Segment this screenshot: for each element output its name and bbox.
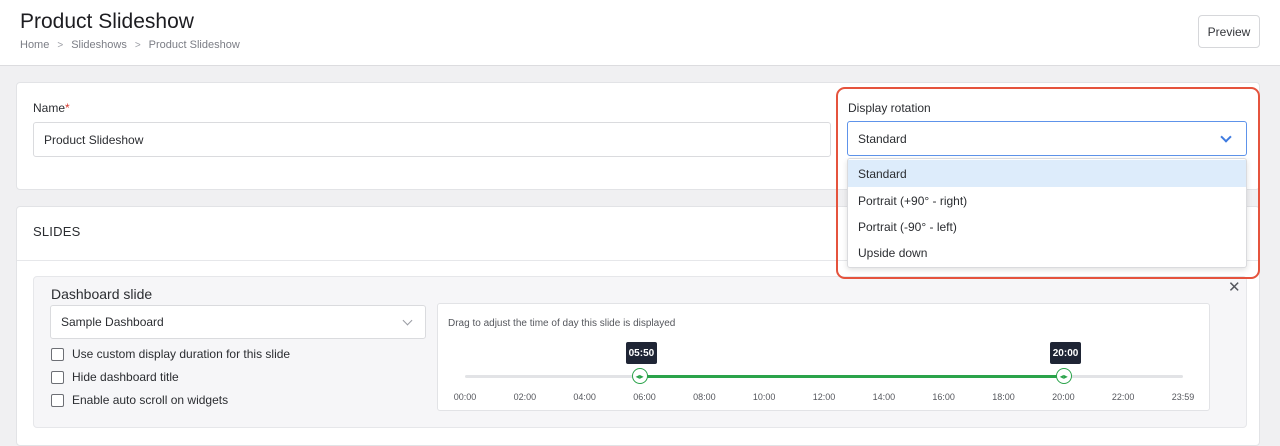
custom-duration-label: Use custom display duration for this sli… [72, 347, 291, 361]
name-label: Name* [33, 101, 70, 115]
close-icon[interactable]: ✕ [1228, 280, 1241, 295]
display-rotation-menu: Standard Portrait (+90° - right) Portrai… [847, 158, 1247, 268]
start-time-label: 05:50 [625, 342, 658, 364]
slides-section-title: SLIDES [33, 224, 81, 239]
tick-label: 06:00 [633, 392, 656, 402]
tick-label: 22:00 [1111, 392, 1135, 402]
tick-label: 00:00 [453, 392, 477, 402]
slide-title: Dashboard slide [51, 286, 153, 302]
breadcrumb-current: Product Slideshow [148, 39, 240, 51]
custom-duration-checkbox[interactable] [51, 347, 64, 361]
dashboard-select[interactable]: Sample Dashboard [50, 305, 426, 339]
display-rotation-value: Standard [858, 131, 907, 146]
custom-duration-option[interactable]: Use custom display duration for this sli… [51, 347, 290, 361]
name-input[interactable]: Product Slideshow [33, 122, 831, 157]
hide-title-option[interactable]: Hide dashboard title [51, 370, 179, 384]
chevron-right-icon: > [134, 39, 141, 51]
auto-scroll-checkbox[interactable] [51, 393, 64, 407]
tick-label: 18:00 [992, 392, 1015, 402]
option-upside-down[interactable]: Upside down [848, 239, 1246, 266]
option-portrait-right[interactable]: Portrait (+90° - right) [848, 187, 1246, 214]
option-standard[interactable]: Standard [848, 160, 1246, 187]
breadcrumb-slideshows[interactable]: Slideshows [71, 39, 127, 51]
time-range-slider: Drag to adjust the time of day this slid… [437, 303, 1210, 411]
breadcrumb-home[interactable]: Home [20, 39, 49, 51]
preview-button[interactable]: Preview [1198, 15, 1260, 48]
tick-label: 08:00 [693, 392, 716, 402]
display-rotation-label: Display rotation [848, 101, 931, 115]
tick-label: 10:00 [752, 392, 776, 402]
auto-scroll-label: Enable auto scroll on widgets [72, 393, 229, 407]
tick-label: 02:00 [513, 392, 537, 402]
end-handle[interactable]: ◂▸ [1055, 368, 1072, 384]
auto-scroll-option[interactable]: Enable auto scroll on widgets [51, 393, 228, 407]
timeline-hint: Drag to adjust the time of day this slid… [448, 318, 676, 329]
tick-label: 12:00 [812, 392, 836, 402]
option-portrait-left[interactable]: Portrait (-90° - left) [848, 213, 1246, 240]
start-handle[interactable]: ◂▸ [631, 368, 648, 384]
page-title: Product Slideshow [20, 10, 194, 33]
chevron-down-icon [402, 315, 413, 326]
tick-label: 14:00 [872, 392, 896, 402]
name-label-text: Name [33, 101, 66, 115]
tick-label: 20:00 [1052, 392, 1075, 402]
tick-label: 16:00 [932, 392, 955, 402]
dashboard-select-value: Sample Dashboard [61, 315, 164, 329]
hide-title-label: Hide dashboard title [72, 370, 179, 384]
end-time-label: 20:00 [1049, 342, 1082, 364]
slider-range [639, 375, 1064, 378]
tick-label: 23:59 [1171, 392, 1195, 402]
top-bar: Product Slideshow Home > Slideshows > Pr… [0, 0, 1280, 66]
tick-label: 04:00 [573, 392, 596, 402]
display-rotation-select[interactable]: Standard [847, 121, 1247, 156]
breadcrumb: Home > Slideshows > Product Slideshow [20, 39, 240, 51]
required-mark: * [65, 101, 70, 115]
hide-title-checkbox[interactable] [51, 370, 64, 384]
chevron-right-icon: > [57, 39, 64, 51]
chevron-down-icon [1220, 131, 1232, 143]
